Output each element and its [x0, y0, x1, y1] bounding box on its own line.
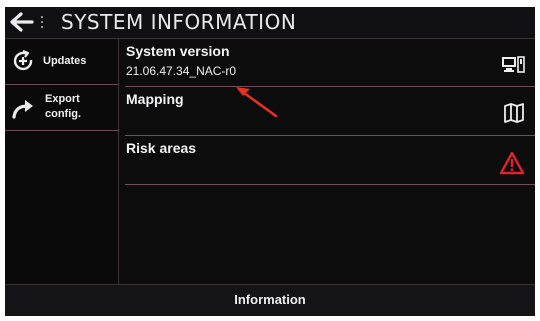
kebab-menu-icon[interactable] [39, 13, 45, 31]
sidebar: Updates Export config. [5, 39, 119, 284]
header-bar: SYSTEM INFORMATION [5, 7, 535, 39]
list-item-system-version[interactable]: System version 21.06.47.34_NAC-r0 [119, 39, 535, 87]
monitor-icon [502, 56, 525, 73]
sidebar-item-label-line1: Export [45, 93, 80, 105]
footer-bar: Information [5, 284, 535, 316]
sidebar-item-updates[interactable]: Updates [5, 39, 118, 85]
warning-icon [499, 151, 525, 175]
sidebar-item-export-config[interactable]: Export config. [5, 85, 118, 131]
row-title: System version [126, 43, 230, 59]
row-title: Mapping [126, 91, 184, 107]
back-arrow-icon [10, 12, 34, 32]
sidebar-item-label-line2: config. [45, 108, 82, 120]
update-icon [13, 49, 33, 71]
info-list: System version 21.06.47.34_NAC-r0 Mappin… [119, 39, 535, 284]
list-item-risk-areas[interactable]: Risk areas [119, 136, 535, 185]
display-screen: SYSTEM INFORMATION Updates Export config… [5, 7, 535, 316]
row-divider [125, 184, 535, 185]
back-button[interactable] [9, 10, 35, 34]
list-item-mapping[interactable]: Mapping [119, 87, 535, 136]
map-icon [504, 103, 524, 123]
row-title: Risk areas [126, 140, 197, 156]
export-arrow-icon [12, 100, 33, 119]
footer-label: Information [234, 292, 306, 307]
sidebar-item-label: Updates [43, 55, 87, 67]
system-version-value: 21.06.47.34_NAC-r0 [126, 64, 237, 78]
page-title: SYSTEM INFORMATION [61, 10, 297, 34]
